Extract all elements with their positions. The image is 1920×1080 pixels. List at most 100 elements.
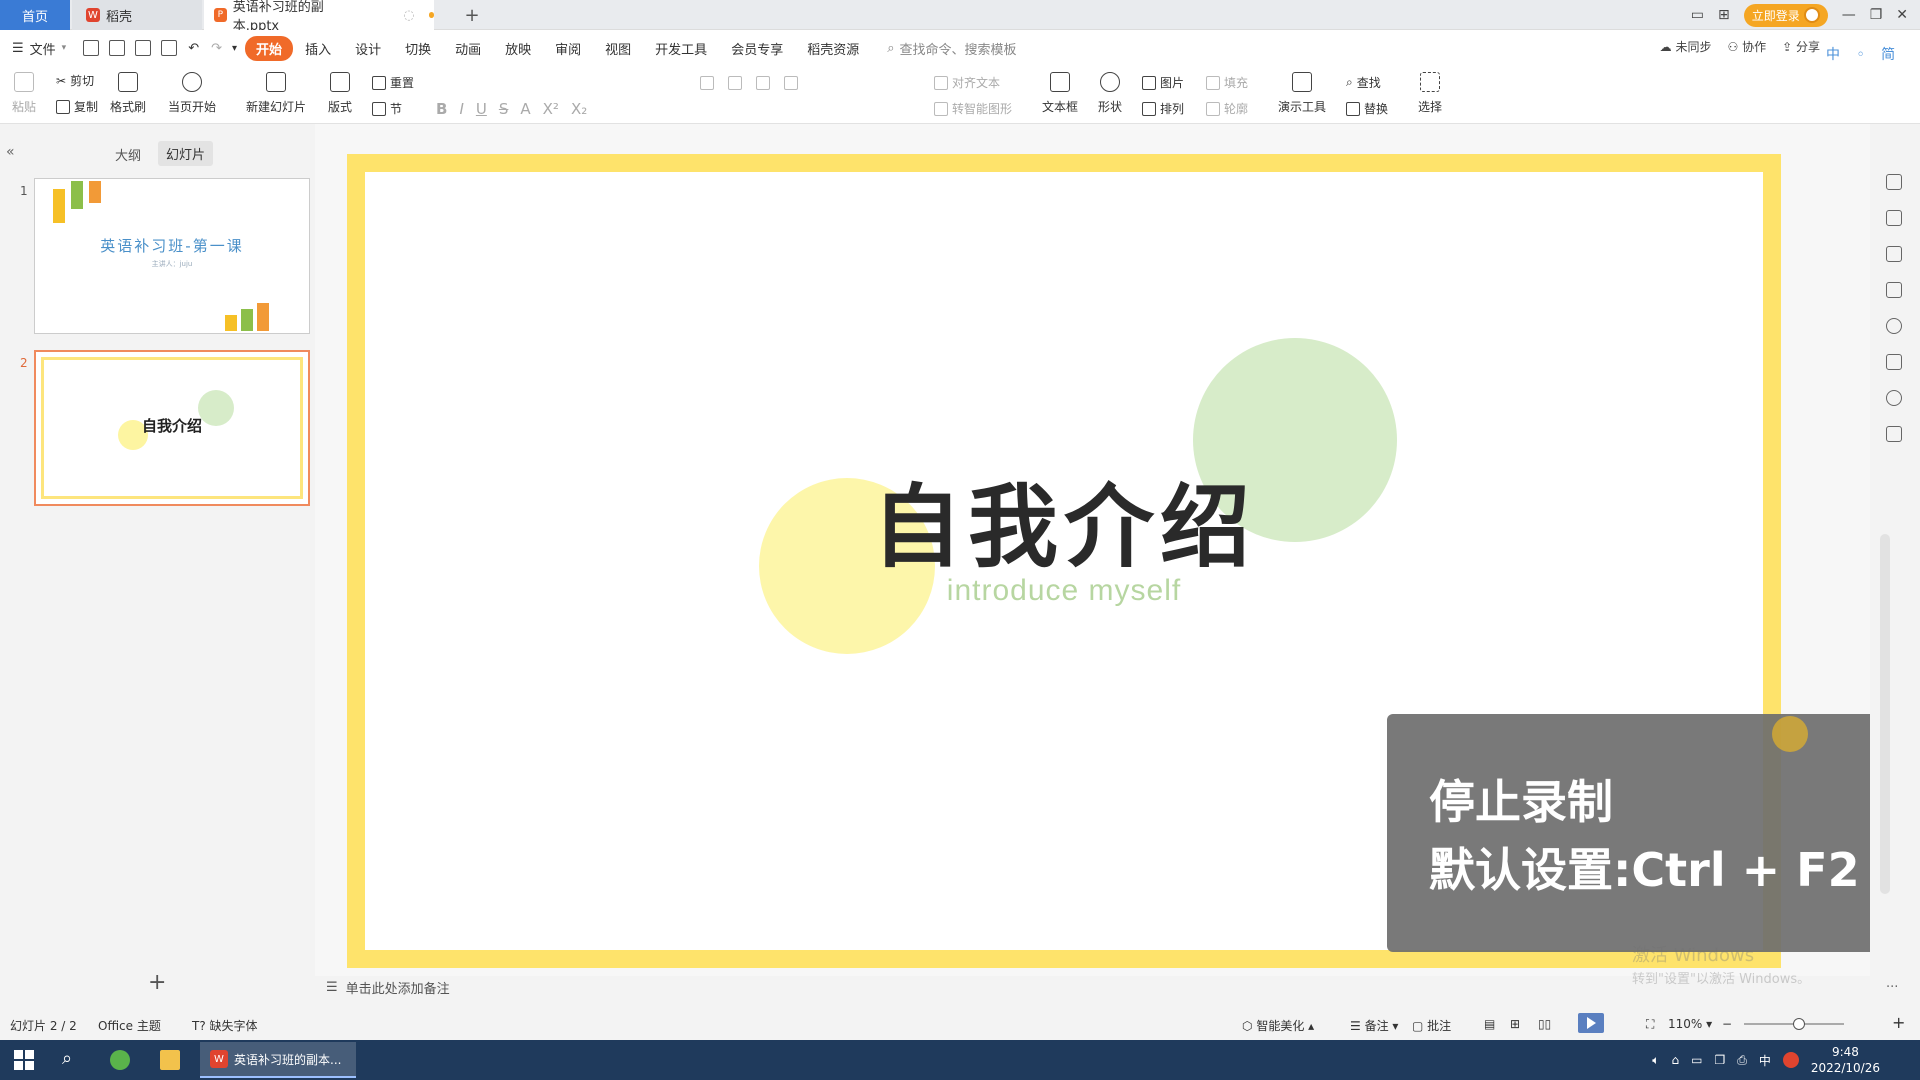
share-button[interactable]: ⇪ 分享 <box>1782 38 1820 55</box>
slide-thumbnail-1[interactable]: 英语补习班-第一课 主讲人：juju <box>34 178 310 334</box>
clock[interactable]: 9:48 2022/10/26 <box>1811 1044 1880 1076</box>
menu-member[interactable]: 会员专享 <box>719 39 795 58</box>
cut-button[interactable]: ✂ 剪切 <box>56 72 94 89</box>
network-icon[interactable]: ⌂ <box>1671 1053 1679 1067</box>
ai-icon[interactable] <box>1886 174 1902 190</box>
command-search[interactable]: ⌕ 查找命令、搜索模板 <box>887 39 1016 58</box>
section-button[interactable]: 节 <box>372 100 402 117</box>
menu-transition[interactable]: 切换 <box>393 39 443 58</box>
tab-outline[interactable]: 大纲 <box>115 145 141 164</box>
customize-chevron-icon[interactable]: ▾ <box>232 43 237 54</box>
display-icon[interactable]: ▭ <box>1691 1053 1702 1067</box>
bullet-list-icon[interactable] <box>700 76 714 90</box>
save-icon[interactable] <box>83 40 100 56</box>
taskbar-ime[interactable]: 中 <box>1759 1052 1771 1069</box>
new-slide-button[interactable]: 新建幻灯片 <box>246 72 306 115</box>
fit-window-icon[interactable]: ⛶ <box>1646 1017 1654 1032</box>
window-icon[interactable]: ❐ <box>1714 1053 1725 1067</box>
menu-view[interactable]: 视图 <box>593 39 643 58</box>
menu-animation[interactable]: 动画 <box>443 39 493 58</box>
redo-icon[interactable]: ↷ <box>211 41 222 56</box>
print-preview-icon[interactable] <box>161 40 178 56</box>
strikethrough-icon[interactable]: S <box>499 100 509 118</box>
find-button[interactable]: ⌕ 查找 <box>1346 74 1381 91</box>
layout-icon[interactable]: ▭ <box>1691 7 1704 23</box>
image-tools-icon[interactable] <box>1886 354 1902 370</box>
font-color-icon[interactable]: A <box>520 100 530 118</box>
arrange-button[interactable]: 排列 <box>1142 100 1184 117</box>
browser-icon[interactable] <box>110 1050 130 1070</box>
copy-button[interactable]: 复制 <box>56 98 98 115</box>
printer-icon[interactable]: ⎙ <box>1737 1053 1747 1068</box>
outdent-icon[interactable] <box>784 76 798 90</box>
fill-button[interactable]: 填充 <box>1206 74 1248 91</box>
normal-view-icon[interactable]: ▤ <box>1484 1017 1495 1031</box>
zoom-in-button[interactable]: + <box>1892 1013 1905 1032</box>
more-icon[interactable]: ··· <box>1886 980 1898 995</box>
print-icon[interactable] <box>135 40 152 56</box>
play-slideshow-button[interactable] <box>1578 1013 1604 1033</box>
paste-button[interactable]: 粘贴 <box>12 72 36 115</box>
export-icon[interactable] <box>109 40 126 56</box>
outline-button[interactable]: 轮廓 <box>1206 100 1248 117</box>
file-menu[interactable]: ☰ 文件 ▾ <box>0 39 78 58</box>
tray-app-icon[interactable] <box>1782 1052 1799 1068</box>
play-from-current-button[interactable]: 当页开始 <box>168 72 216 115</box>
slide-title[interactable]: 自我介绍 <box>365 454 1763 584</box>
subscript-icon[interactable]: X₂ <box>571 100 587 118</box>
menu-developer[interactable]: 开发工具 <box>643 39 719 58</box>
bold-icon[interactable]: B <box>436 100 447 118</box>
collaborate-button[interactable]: ⚇ 协作 <box>1728 38 1767 55</box>
tab-daoke[interactable]: W 稻壳 <box>72 0 202 30</box>
zoom-dropdown[interactable]: 110% ▾ <box>1668 1017 1712 1031</box>
notes-bar[interactable]: ☰ 单击此处添加备注 <box>326 978 450 997</box>
vertical-scrollbar[interactable] <box>1880 534 1890 894</box>
apps-grid-icon[interactable]: ⊞ <box>1718 7 1730 23</box>
presentation-tools-button[interactable]: 演示工具 <box>1278 72 1326 115</box>
superscript-icon[interactable]: X² <box>543 100 559 118</box>
zoom-out-button[interactable]: − <box>1722 1017 1732 1031</box>
minimize-icon[interactable]: — <box>1842 7 1856 23</box>
menu-review[interactable]: 审阅 <box>543 39 593 58</box>
replace-button[interactable]: 替换 <box>1346 100 1388 117</box>
indent-icon[interactable] <box>756 76 770 90</box>
menu-insert[interactable]: 插入 <box>293 39 343 58</box>
underline-icon[interactable]: U <box>476 100 487 118</box>
collapse-panel-icon[interactable]: « <box>6 144 15 160</box>
help-icon[interactable] <box>1886 318 1902 334</box>
smart-art-button[interactable]: 转智能图形 <box>934 100 1012 117</box>
windows-start-icon[interactable] <box>14 1050 34 1070</box>
location-icon[interactable] <box>1886 390 1902 406</box>
close-icon[interactable]: ✕ <box>1896 7 1908 23</box>
picture-button[interactable]: 图片 <box>1142 74 1184 91</box>
reading-view-icon[interactable]: ▯▯ <box>1538 1017 1551 1031</box>
select-button[interactable]: 选择 <box>1418 72 1442 115</box>
sync-button[interactable]: ☁ 未同步 <box>1660 38 1712 55</box>
italic-icon[interactable]: I <box>459 100 463 118</box>
align-text-button[interactable]: 对齐文本 <box>934 74 1000 91</box>
menu-design[interactable]: 设计 <box>343 39 393 58</box>
tab-home[interactable]: 首页 <box>0 0 70 30</box>
layout-button[interactable]: 版式 <box>328 72 352 115</box>
add-slide-button[interactable]: + <box>148 970 166 995</box>
undo-icon[interactable]: ↶ <box>188 41 199 56</box>
pin-icon[interactable] <box>1886 246 1902 262</box>
add-tab-button[interactable]: + <box>460 0 484 30</box>
tab-slides[interactable]: 幻灯片 <box>158 141 214 166</box>
login-button[interactable]: 立即登录 <box>1743 3 1828 27</box>
slide-thumbnail-2[interactable]: 自我介绍 <box>34 350 310 506</box>
slide-subtitle[interactable]: introduce myself <box>365 574 1763 608</box>
file-explorer-icon[interactable] <box>160 1050 180 1070</box>
theme-name[interactable]: Office 主题 <box>98 1017 161 1034</box>
restore-icon[interactable]: ❐ <box>1870 7 1883 23</box>
format-painter-button[interactable]: 格式刷 <box>110 72 146 115</box>
copy-style-icon[interactable] <box>1886 282 1902 298</box>
smart-beautify-button[interactable]: ⬡ 智能美化 ▴ <box>1242 1017 1314 1034</box>
adjust-icon[interactable] <box>1886 210 1902 226</box>
textbox-button[interactable]: 文本框 <box>1042 72 1078 115</box>
volume-icon[interactable]: 🔈︎ <box>1652 1053 1659 1068</box>
menu-daoke-resources[interactable]: 稻壳资源 <box>795 39 871 58</box>
taskbar-wps-app[interactable]: W 英语补习班的副本... <box>200 1042 356 1078</box>
sorter-view-icon[interactable]: ⊞ <box>1510 1017 1520 1031</box>
ime-indicator[interactable]: 中 ◦ 简 <box>1826 44 1901 64</box>
